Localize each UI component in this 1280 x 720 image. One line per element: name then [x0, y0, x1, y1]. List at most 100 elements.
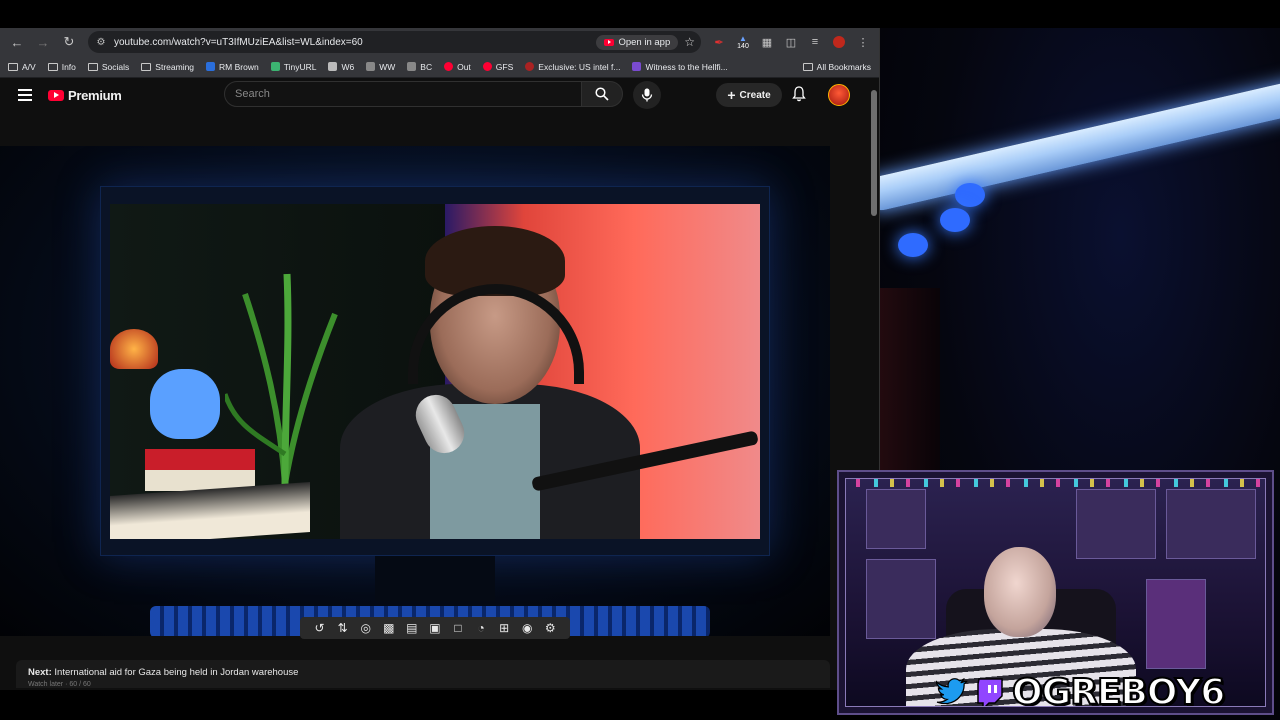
- bookmark-label: Witness to the Hellfi...: [645, 61, 728, 72]
- reading-list-icon[interactable]: ≡: [805, 32, 825, 52]
- back-button[interactable]: ←: [6, 31, 28, 53]
- puzzle-extensions-icon[interactable]: ▦: [757, 32, 777, 52]
- bookmark-label: TinyURL: [283, 61, 317, 72]
- bookmark-exclusive[interactable]: Exclusive: US intel f...: [525, 62, 620, 72]
- search-placeholder: Search: [235, 88, 270, 100]
- profile-icon[interactable]: [829, 32, 849, 52]
- youtube-icon: [604, 38, 615, 46]
- search-button[interactable]: [581, 81, 623, 107]
- create-label: Create: [739, 89, 771, 101]
- bookmark-tinyurl[interactable]: TinyURL: [270, 61, 317, 72]
- stream-frame: ← → ↻ ⚙ youtube.com/watch?v=uT3IfMUziEA&…: [0, 0, 1280, 720]
- bookmark-out[interactable]: Out: [444, 62, 471, 72]
- bookmark-label: Socials: [101, 61, 130, 72]
- loop-icon[interactable]: ↺: [311, 621, 329, 635]
- webcam-overlay: OGREBOY6: [837, 470, 1274, 715]
- monitor-stand: [375, 556, 495, 601]
- open-in-app-label: Open in app: [618, 36, 671, 48]
- next-up-line: Next: International aid for Gaza being h…: [28, 667, 818, 678]
- bookmark-witness[interactable]: Witness to the Hellfi...: [632, 61, 728, 72]
- address-bar[interactable]: ⚙ youtube.com/watch?v=uT3IfMUziEA&list=W…: [88, 31, 701, 53]
- playlist-settings-icon[interactable]: ▩: [380, 621, 398, 635]
- tab-search-icon[interactable]: ◫: [781, 32, 801, 52]
- bookmark-w6[interactable]: W6: [328, 62, 354, 72]
- bookmarks-bar: A/V Info Socials Streaming RM Brown Tiny…: [0, 56, 879, 78]
- clapperboard-icon[interactable]: ▤: [403, 621, 421, 635]
- plus-icon: +: [727, 87, 736, 103]
- cinema-mode-icon[interactable]: □: [449, 621, 467, 635]
- channel-branding: OGREBOY6: [936, 672, 1226, 707]
- string-lights: [856, 479, 1265, 487]
- reload-button[interactable]: ↻: [58, 31, 80, 53]
- screenshot-camera-icon[interactable]: ◉: [518, 621, 536, 635]
- ww-favicon: [366, 62, 376, 71]
- bookmark-star-icon[interactable]: ☆: [684, 35, 695, 49]
- site-info-icon[interactable]: ⚙: [94, 35, 108, 49]
- bc-favicon: [407, 62, 417, 71]
- account-avatar[interactable]: [828, 84, 850, 106]
- next-up-panel[interactable]: Next: International aid for Gaza being h…: [16, 660, 830, 688]
- next-label: Next:: [28, 667, 52, 678]
- counter-extension-icon[interactable]: ▲ 140: [733, 32, 753, 52]
- add-to-queue-icon[interactable]: ⊞: [495, 621, 513, 635]
- bookmark-av[interactable]: A/V: [8, 62, 36, 72]
- news-favicon: [525, 62, 535, 71]
- twitter-bird-icon: [936, 678, 968, 706]
- bookmark-label: BC: [420, 61, 433, 72]
- search-icon: [595, 87, 609, 101]
- picture-in-picture-icon[interactable]: ▣: [426, 621, 444, 635]
- search-input[interactable]: Search: [224, 81, 582, 107]
- youtube-icon: [48, 89, 64, 101]
- pen-extension-icon[interactable]: ✒: [709, 32, 729, 52]
- bookmark-info[interactable]: Info: [47, 61, 76, 72]
- bookmark-gfs[interactable]: GFS: [482, 62, 513, 72]
- video-player[interactable]: [0, 146, 830, 636]
- microphone-icon: [641, 88, 653, 102]
- bookmark-label: Info: [61, 61, 76, 72]
- broadcast-icon[interactable]: ◎: [357, 621, 375, 635]
- blue-light: [955, 183, 985, 207]
- books-graphic: [145, 449, 255, 491]
- bookmark-label: All Bookmarks: [816, 61, 871, 72]
- url-text[interactable]: youtube.com/watch?v=uT3IfMUziEA&list=WL&…: [114, 37, 590, 48]
- bookmark-label: A/V: [22, 61, 36, 72]
- all-bookmarks[interactable]: All Bookmarks: [802, 61, 871, 72]
- settings-gear-icon[interactable]: ⚙: [541, 621, 559, 635]
- folder-icon: [47, 62, 58, 71]
- next-video-title[interactable]: International aid for Gaza being held in…: [54, 667, 298, 678]
- twitch-glitch-icon: [974, 678, 1006, 706]
- bookmark-ww[interactable]: WW: [366, 62, 395, 72]
- bookmark-label: Out: [457, 61, 471, 72]
- youtube-logo[interactable]: Premium: [48, 88, 122, 103]
- bookmark-label: Exclusive: US intel f...: [538, 61, 621, 72]
- bookmark-bc[interactable]: BC: [407, 62, 432, 72]
- wall-poster: [1146, 579, 1206, 669]
- forward-button[interactable]: →: [32, 31, 54, 53]
- news-favicon: [632, 62, 642, 71]
- menu-kebab-icon[interactable]: ⋮: [853, 32, 873, 52]
- folder-icon: [8, 62, 18, 71]
- bookmark-socials[interactable]: Socials: [87, 61, 130, 72]
- tinyurl-favicon: [270, 62, 280, 71]
- webcam-feed: OGREBOY6: [845, 478, 1266, 707]
- wall-poster: [866, 489, 926, 549]
- browser-window: ← → ↻ ⚙ youtube.com/watch?v=uT3IfMUziEA&…: [0, 28, 880, 690]
- next-playlist-position: Watch later · 60 / 60: [28, 681, 91, 688]
- wall-poster: [1076, 489, 1156, 559]
- bookmark-streaming[interactable]: Streaming: [141, 62, 194, 72]
- folder-icon: [141, 62, 152, 71]
- wall-poster: [866, 559, 936, 639]
- open-in-app-button[interactable]: Open in app: [596, 34, 679, 50]
- youtube-favicon: [444, 62, 454, 71]
- sort-icon[interactable]: ⇅: [334, 621, 352, 635]
- bookmark-rm-brown[interactable]: RM Brown: [206, 62, 259, 72]
- voice-search-button[interactable]: [633, 81, 661, 109]
- hamburger-menu-icon[interactable]: [18, 89, 32, 101]
- create-button[interactable]: + Create: [716, 83, 782, 107]
- rope-light: [880, 76, 1280, 214]
- channel-name: OGREBOY6: [1011, 672, 1226, 707]
- youtube-header: Premium Search + Create: [0, 78, 879, 112]
- page-scrollbar[interactable]: [871, 90, 877, 216]
- speed-gauge-icon[interactable]: ◔: [472, 621, 490, 635]
- notifications-bell-icon[interactable]: [792, 86, 806, 107]
